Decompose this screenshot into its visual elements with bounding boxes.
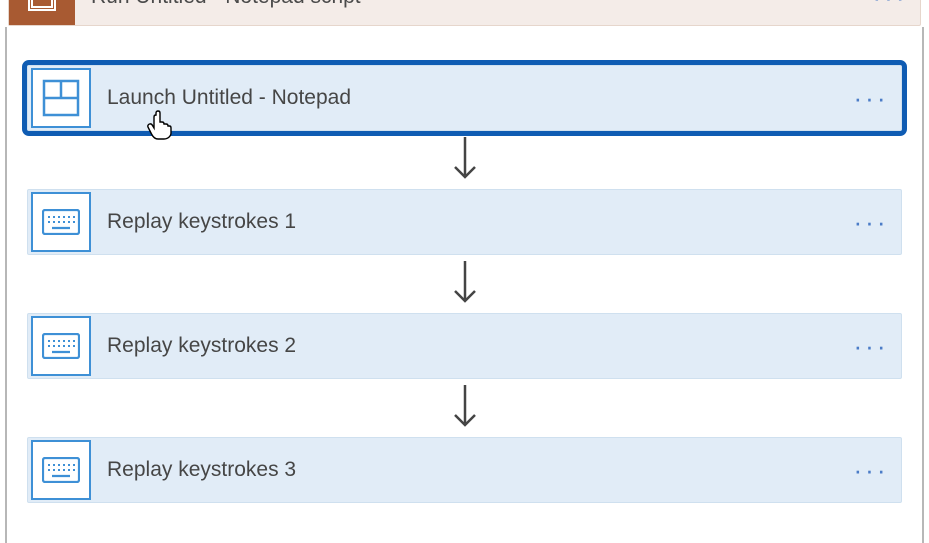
script-title: Run Untitled - Notepad script — [75, 0, 860, 9]
step-replay-keystrokes-2[interactable]: Replay keystrokes 2 ··· — [27, 313, 902, 379]
keyboard-icon — [31, 440, 91, 500]
step-launch-notepad[interactable]: Launch Untitled - Notepad ··· — [27, 65, 902, 131]
step-menu-button[interactable]: ··· — [841, 83, 901, 114]
keyboard-icon — [31, 192, 91, 252]
step-menu-button[interactable]: ··· — [841, 207, 901, 238]
step-menu-button[interactable]: ··· — [841, 331, 901, 362]
step-label: Replay keystrokes 1 — [91, 210, 841, 234]
keyboard-icon — [31, 316, 91, 376]
step-label: Replay keystrokes 2 — [91, 334, 841, 358]
flow-arrow — [27, 379, 902, 437]
step-label: Replay keystrokes 3 — [91, 458, 841, 482]
flow-arrow — [27, 255, 902, 313]
step-menu-button[interactable]: ··· — [841, 455, 901, 486]
script-menu-button[interactable]: ··· — [860, 0, 920, 13]
flow-container: Launch Untitled - Notepad ··· — [5, 27, 924, 543]
step-replay-keystrokes-1[interactable]: Replay keystrokes 1 ··· — [27, 189, 902, 255]
script-header[interactable]: Run Untitled - Notepad script ··· — [8, 0, 921, 26]
script-icon — [9, 0, 75, 25]
step-replay-keystrokes-3[interactable]: Replay keystrokes 3 ··· — [27, 437, 902, 503]
step-label: Launch Untitled - Notepad — [91, 86, 841, 110]
window-icon — [31, 68, 91, 128]
flow-arrow — [27, 131, 902, 189]
